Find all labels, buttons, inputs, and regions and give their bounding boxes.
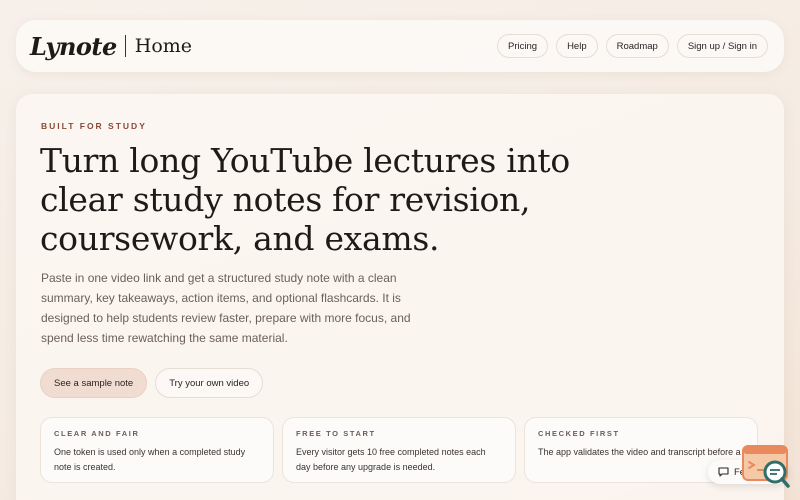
try-own-video-button[interactable]: Try your own video: [155, 368, 264, 398]
cta-row: See a sample note Try your own video: [40, 368, 264, 398]
feature-card-text: The app validates the video and transcri…: [538, 447, 744, 457]
site-header: Lynote Home Pricing Help Roadmap Sign up…: [16, 20, 784, 72]
nav-roadmap-button[interactable]: Roadmap: [605, 34, 669, 58]
brand[interactable]: Lynote Home: [30, 32, 192, 61]
page-title: Home: [134, 35, 193, 57]
hero-description: Paste in one video link and get a struct…: [41, 271, 411, 345]
sign-in-button[interactable]: Sign up / Sign in: [676, 34, 768, 58]
brand-divider: [124, 35, 126, 57]
chat-widget-icon[interactable]: [741, 444, 791, 490]
feature-card-free-start: FREE TO START Every visitor gets 10 free…: [282, 417, 516, 483]
feature-card-text: Every visitor gets 10 free completed not…: [296, 447, 486, 472]
nav-help-button[interactable]: Help: [556, 34, 598, 58]
top-nav: Pricing Help Roadmap Sign up / Sign in: [497, 34, 768, 58]
see-sample-note-button[interactable]: See a sample note: [40, 368, 148, 398]
feature-card-text: One token is used only when a completed …: [54, 447, 246, 472]
hero-eyebrow: BUILT FOR STUDY: [41, 121, 147, 131]
hero-headline: Turn long YouTube lectures into clear st…: [40, 141, 570, 258]
feature-cards: CLEAR AND FAIR One token is used only wh…: [40, 417, 758, 483]
feature-card-title: FREE TO START: [296, 429, 376, 438]
nav-pricing-button[interactable]: Pricing: [497, 34, 549, 58]
feature-card-clear-fair: CLEAR AND FAIR One token is used only wh…: [40, 417, 274, 483]
chat-icon: [718, 467, 729, 477]
feature-card-title: CLEAR AND FAIR: [54, 429, 140, 438]
feature-card-title: CHECKED FIRST: [538, 429, 620, 438]
logo[interactable]: Lynote: [30, 32, 117, 61]
